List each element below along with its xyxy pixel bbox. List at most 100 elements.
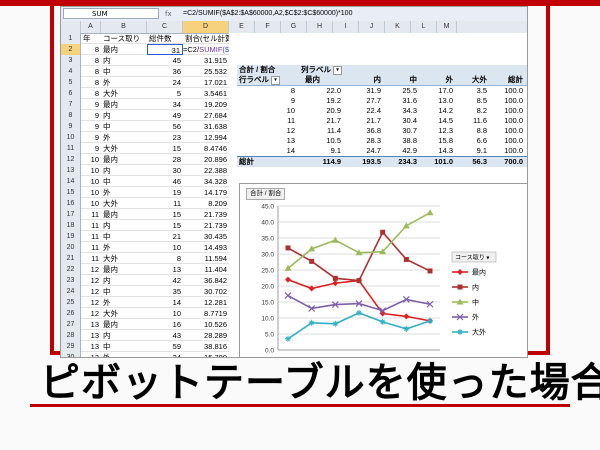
row-number[interactable]: 8 [61,110,81,121]
cell-year[interactable]: 9 [81,121,101,132]
cell-ratio[interactable]: 34.328 [183,176,229,187]
column-header-m[interactable]: M [437,21,457,33]
row-number[interactable]: 17 [61,209,81,220]
column-header-e[interactable]: E [229,21,255,33]
cell-ratio[interactable]: 31.638 [183,121,229,132]
pivot-value[interactable]: 9.1 [455,146,487,156]
pivot-value[interactable]: 100.0 [491,126,523,136]
row-number[interactable]: 5 [61,77,81,88]
cell-year[interactable]: 11 [81,220,101,231]
cell-year[interactable]: 11 [81,231,101,242]
cell-ratio[interactable]: 8.209 [183,198,229,209]
row-number[interactable]: 28 [61,330,81,341]
column-header-f[interactable]: F [255,21,281,33]
header-cell-year[interactable]: 年 [81,33,101,44]
pivot-value[interactable]: 14.2 [421,106,453,116]
header-cell-count[interactable]: 総件数 [147,33,183,44]
pivot-value[interactable]: 22.4 [349,106,381,116]
row-number[interactable]: 27 [61,319,81,330]
pivot-value[interactable]: 31.9 [349,86,381,96]
name-box[interactable]: SUM [63,8,159,19]
cell-course[interactable]: 外 [101,297,147,308]
header-cell-ratio[interactable]: 割合(セル計算) [183,33,235,44]
pivot-value[interactable]: 10.5 [309,136,341,146]
cell-ratio[interactable]: 17.021 [183,77,229,88]
pivot-row-key[interactable]: 8 [239,86,295,96]
pivot-value[interactable]: 21.7 [349,116,381,126]
row-number[interactable]: 3 [61,55,81,66]
pivot-col-header[interactable]: 最内 [305,75,337,85]
cell-year[interactable]: 10 [81,198,101,209]
cell-year[interactable]: 11 [81,242,101,253]
cell-course[interactable]: 中 [101,176,147,187]
cell-count[interactable]: 56 [147,121,183,132]
cell-course[interactable]: 大外 [101,198,147,209]
pivot-total-label[interactable]: 総計 [239,157,299,167]
cell-course[interactable]: 内 [101,275,147,286]
row-number[interactable]: 14 [61,176,81,187]
cell-count[interactable]: 24 [147,77,183,88]
row-number[interactable]: 13 [61,165,81,176]
pivot-row-key[interactable]: 12 [239,126,295,136]
cell-ratio[interactable]: 11.594 [183,253,229,264]
cell-count[interactable]: 45 [147,55,183,66]
cell-course[interactable]: 大外 [101,143,147,154]
cell-course[interactable]: 内 [101,220,147,231]
cell-year[interactable]: 8 [81,44,101,55]
cell-year[interactable]: 12 [81,275,101,286]
cell-course[interactable]: 中 [101,121,147,132]
cell-count[interactable]: 49 [147,110,183,121]
cell-count[interactable]: 11 [147,198,183,209]
cell-year[interactable]: 9 [81,110,101,121]
cell-ratio[interactable]: 14.179 [183,187,229,198]
cell-ratio[interactable]: 3.5461 [183,88,229,99]
cell-year[interactable]: 9 [81,132,101,143]
header-cell-course[interactable]: コース取り [101,33,147,44]
pivot-value[interactable]: 15.8 [421,136,453,146]
cell-count[interactable]: 8 [147,253,183,264]
cell-count[interactable]: 15 [147,143,183,154]
cell-year[interactable]: 11 [81,253,101,264]
cell-count[interactable]: 28 [147,154,183,165]
cell-count[interactable]: 19 [147,187,183,198]
column-header-g[interactable]: G [281,21,307,33]
cell-year[interactable]: 10 [81,176,101,187]
pivot-column-label[interactable]: 列ラベル ▾ [301,65,351,75]
pivot-value[interactable]: 3.5 [455,86,487,96]
pivot-value[interactable]: 100.0 [491,146,523,156]
pivot-value[interactable]: 8.2 [455,106,487,116]
pivot-value[interactable]: 100.0 [491,116,523,126]
pivot-value[interactable]: 14.5 [421,116,453,126]
row-number[interactable]: 16 [61,198,81,209]
cell-course[interactable]: 最内 [101,209,147,220]
row-number[interactable]: 19 [61,231,81,242]
row-number[interactable]: 6 [61,88,81,99]
pivot-value[interactable]: 30.7 [385,126,417,136]
cell-count[interactable]: 36 [147,66,183,77]
cell-course[interactable]: 最内 [101,44,147,55]
pivot-value[interactable]: 8.5 [455,96,487,106]
cell-year[interactable]: 9 [81,99,101,110]
column-header-j[interactable]: J [359,21,385,33]
cell-count[interactable]: 31 [147,44,183,55]
pivot-value[interactable]: 6.6 [455,136,487,146]
cell-ratio[interactable]: 19.209 [183,99,229,110]
row-number[interactable]: 7 [61,99,81,110]
pivot-value[interactable]: 100.0 [491,86,523,96]
row-number[interactable]: 23 [61,275,81,286]
cell-ratio[interactable]: 20.896 [183,154,229,165]
chart-field-button[interactable]: 合計 / 割合 [246,188,286,200]
cell-count[interactable]: 46 [147,176,183,187]
pivot-value[interactable]: 19.2 [309,96,341,106]
pivot-value[interactable]: 17.0 [421,86,453,96]
pivot-value[interactable]: 9.1 [309,146,341,156]
row-number[interactable]: 1 [61,33,81,44]
cell-year[interactable]: 12 [81,297,101,308]
cell-ratio[interactable]: 36.842 [183,275,229,286]
cell-course[interactable]: 内 [101,165,147,176]
cell-course[interactable]: 外 [101,77,147,88]
cell-ratio[interactable]: 30.702 [183,286,229,297]
pivot-value[interactable]: 25.5 [385,86,417,96]
pivot-value[interactable]: 14.3 [421,146,453,156]
pivot-value[interactable]: 34.3 [385,106,417,116]
